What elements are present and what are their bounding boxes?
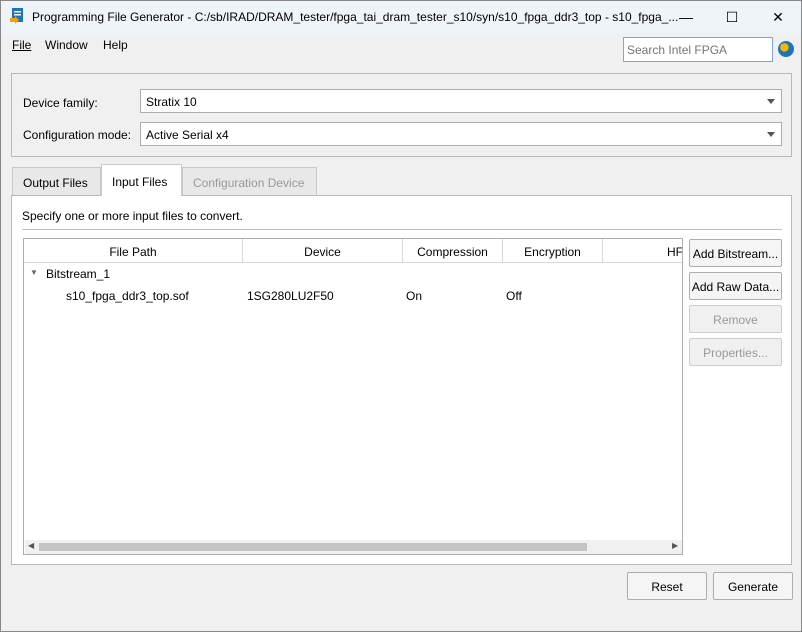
file-path-cell: s10_fpga_ddr3_top.sof bbox=[66, 289, 189, 303]
device-settings-group: Device family: Stratix 10 Configuration … bbox=[11, 73, 792, 157]
menu-window[interactable]: Window bbox=[43, 38, 90, 52]
window-title: Programming File Generator - C:/sb/IRAD/… bbox=[32, 10, 679, 24]
close-button[interactable]: ✕ bbox=[755, 1, 801, 33]
column-header-encryption[interactable]: Encryption bbox=[503, 239, 603, 263]
search-input[interactable] bbox=[623, 37, 773, 62]
globe-icon[interactable] bbox=[778, 41, 794, 57]
tab-input-files[interactable]: Input Files bbox=[101, 164, 182, 196]
scrollbar-thumb[interactable] bbox=[39, 543, 587, 551]
scroll-right-icon[interactable]: ▶ bbox=[672, 541, 678, 550]
input-files-table[interactable]: File Path Device Compression Encryption … bbox=[23, 238, 683, 555]
scroll-left-icon[interactable]: ◀ bbox=[28, 541, 34, 550]
chevron-down-icon bbox=[767, 99, 775, 104]
tab-output-files[interactable]: Output Files bbox=[12, 167, 101, 195]
minimize-button[interactable]: — bbox=[663, 1, 709, 33]
app-icon bbox=[10, 8, 23, 24]
properties-button: Properties... bbox=[689, 338, 782, 366]
divider bbox=[22, 229, 782, 230]
generate-button[interactable]: Generate bbox=[713, 572, 793, 600]
column-header-compression[interactable]: Compression bbox=[403, 239, 503, 263]
column-header-file-path[interactable]: File Path bbox=[24, 239, 243, 263]
column-header-hps[interactable]: HF bbox=[603, 239, 682, 263]
device-family-label: Device family: bbox=[23, 96, 98, 110]
maximize-button[interactable]: ☐ bbox=[709, 1, 755, 33]
title-bar: Programming File Generator - C:/sb/IRAD/… bbox=[1, 1, 801, 33]
chevron-down-icon bbox=[767, 132, 775, 137]
device-cell: 1SG280LU2F50 bbox=[247, 289, 334, 303]
device-family-select[interactable]: Stratix 10 bbox=[140, 89, 782, 113]
encryption-cell: Off bbox=[506, 289, 522, 303]
menu-file[interactable]: File bbox=[10, 38, 33, 52]
reset-button[interactable]: Reset bbox=[627, 572, 707, 600]
configuration-mode-value: Active Serial x4 bbox=[146, 128, 229, 142]
menu-help[interactable]: Help bbox=[101, 38, 130, 52]
configuration-mode-select[interactable]: Active Serial x4 bbox=[140, 122, 782, 146]
tab-configuration-device: Configuration Device bbox=[182, 167, 317, 195]
compression-cell: On bbox=[406, 289, 423, 303]
bitstream-group[interactable]: Bitstream_1 bbox=[46, 267, 110, 281]
column-header-device[interactable]: Device bbox=[243, 239, 403, 263]
configuration-mode-label: Configuration mode: bbox=[23, 128, 132, 142]
expand-arrow-icon[interactable]: ▼ bbox=[30, 268, 38, 277]
horizontal-scrollbar[interactable]: ◀ ▶ bbox=[25, 540, 682, 554]
add-raw-data-button[interactable]: Add Raw Data... bbox=[689, 272, 782, 300]
remove-button: Remove bbox=[689, 305, 782, 333]
device-family-value: Stratix 10 bbox=[146, 95, 197, 109]
instruction-text: Specify one or more input files to conve… bbox=[22, 209, 243, 223]
add-bitstream-button[interactable]: Add Bitstream... bbox=[689, 239, 782, 267]
